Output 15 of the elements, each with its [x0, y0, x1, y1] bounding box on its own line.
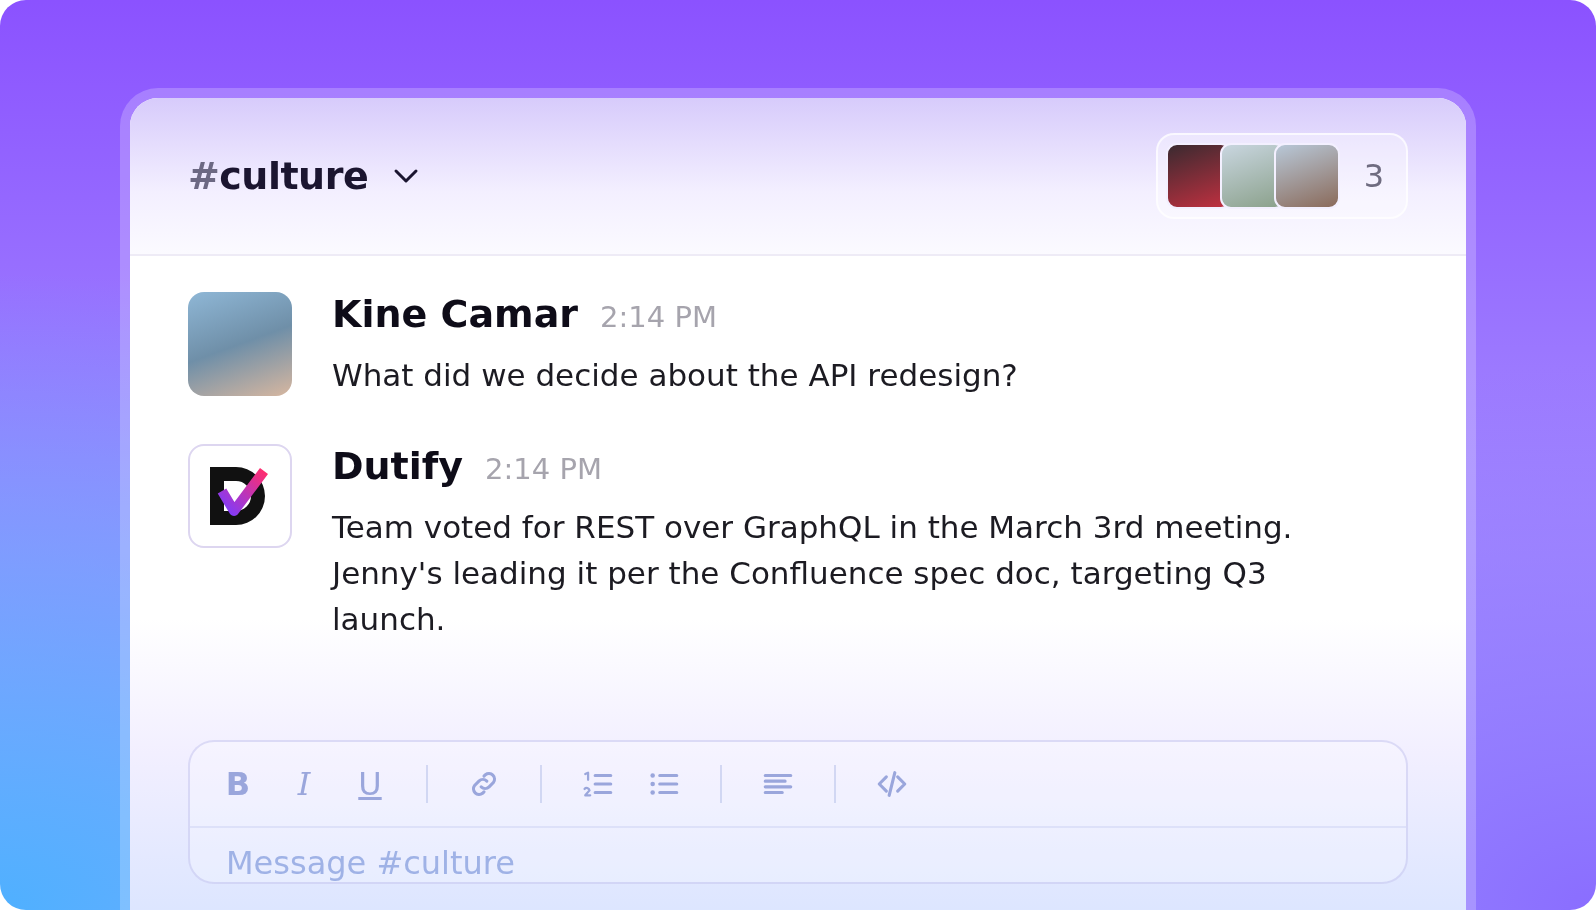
message-composer[interactable]: B I U Message #culture [188, 740, 1408, 884]
member-avatar [1273, 143, 1340, 209]
channel-title[interactable]: #culture [188, 154, 369, 198]
message-text: Team voted for REST over GraphQL in the March 3rd meeting. Jenny's leading it per the Confluence spec doc, targeting Q3 launch. [332, 508, 1294, 639]
italic-button[interactable]: I [278, 758, 330, 810]
message-time: 2:14 PM [485, 452, 602, 486]
author-name: Dutify [332, 444, 464, 488]
bold-button[interactable]: B [212, 758, 264, 810]
members-button[interactable]: 3 [1155, 133, 1408, 219]
message-input[interactable]: Message #culture [190, 828, 1406, 882]
underline-button[interactable]: U [344, 758, 396, 810]
member-count: 3 [1363, 157, 1384, 195]
message-text: What did we decide about the API redesign? [332, 356, 1018, 395]
author-name: Kine Camar [332, 292, 579, 336]
message-time: 2:14 PM [600, 300, 717, 334]
